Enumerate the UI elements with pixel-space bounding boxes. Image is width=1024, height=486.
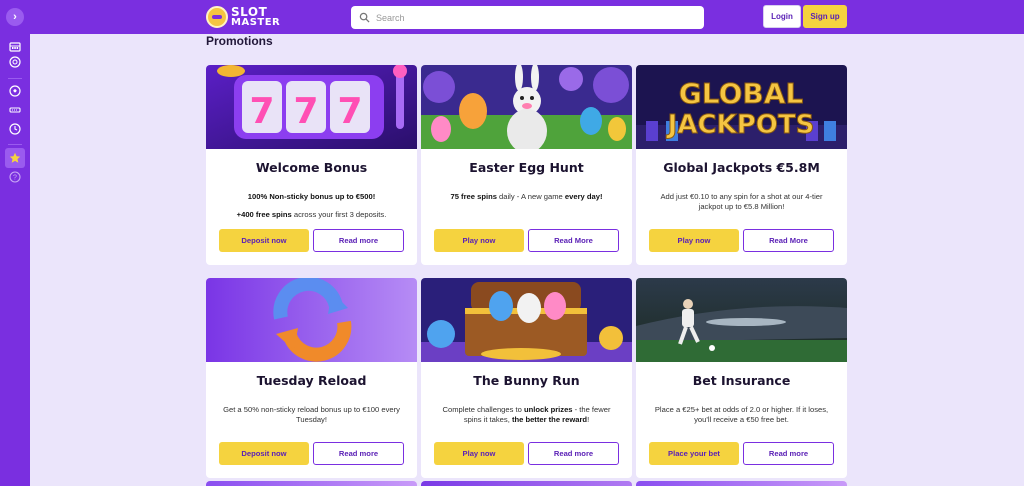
play-now-button[interactable]: Play now bbox=[649, 229, 739, 252]
promo-card-partial[interactable] bbox=[206, 481, 417, 486]
place-bet-button[interactable]: Place your bet bbox=[649, 442, 739, 465]
search-icon bbox=[359, 12, 370, 23]
slot-machine-icon bbox=[9, 42, 21, 52]
promo-description: Add just €0.10 to any spin for a shot at… bbox=[660, 192, 823, 211]
ticket-icon bbox=[9, 107, 21, 113]
sidebar-divider bbox=[8, 144, 22, 145]
read-more-button[interactable]: Read more bbox=[313, 229, 404, 252]
promo-title: Bet Insurance bbox=[692, 373, 791, 388]
logo[interactable]: SLOT MASTER bbox=[206, 5, 280, 29]
promo-card[interactable]: Tuesday Reload Get a 50% non-sticky relo… bbox=[206, 278, 417, 478]
logo-text: SLOT MASTER bbox=[231, 5, 281, 28]
page-title: Promotions bbox=[206, 34, 273, 48]
promo-card-partial[interactable] bbox=[636, 481, 847, 486]
read-more-button[interactable]: Read more bbox=[313, 442, 404, 465]
history-icon bbox=[9, 123, 21, 135]
treasure-chest-image bbox=[421, 278, 632, 362]
promo-title: Global Jackpots €5.8M bbox=[663, 160, 820, 175]
line-break bbox=[218, 202, 405, 210]
promo-card[interactable]: 7 7 7 Welcome Bonus 100% Non-sticky bonu… bbox=[206, 65, 417, 265]
sidebar-item-casino[interactable] bbox=[6, 53, 24, 71]
read-more-button[interactable]: Read More bbox=[528, 229, 619, 252]
signup-button[interactable]: Sign up bbox=[803, 5, 847, 28]
deposit-now-button[interactable]: Deposit now bbox=[219, 229, 309, 252]
jackpot-line-1: GLOBAL bbox=[679, 77, 804, 110]
promo-description: Get a 50% non-sticky reload bonus up to … bbox=[223, 405, 400, 424]
promo-title: Easter Egg Hunt bbox=[469, 160, 584, 175]
logo-mark-icon bbox=[206, 6, 228, 28]
promo-card[interactable]: Bet Insurance Place a €25+ bet at odds o… bbox=[636, 278, 847, 478]
sidebar-item-tickets[interactable] bbox=[6, 101, 24, 119]
star-icon bbox=[9, 152, 21, 163]
promo-card[interactable]: GLOBAL JACKPOTS Global Jackpots €5.8M Ad… bbox=[636, 65, 847, 265]
casino-chip-icon bbox=[9, 56, 21, 68]
play-now-button[interactable]: Play now bbox=[434, 442, 524, 465]
promo-image[interactable] bbox=[421, 65, 632, 149]
football-stadium-image bbox=[636, 278, 847, 362]
top-bar: › SLOT MASTER Login Sign up bbox=[0, 0, 1024, 34]
promo-title: Welcome Bonus bbox=[255, 160, 368, 175]
desc-emphasis: unlock prizes bbox=[523, 405, 573, 414]
promo-image[interactable] bbox=[206, 278, 417, 362]
sidebar-item-sports[interactable] bbox=[6, 82, 24, 100]
slot-reels-image: 7 7 7 bbox=[206, 65, 417, 149]
promo-description: Place a €25+ bet at odds of 2.0 or highe… bbox=[654, 405, 829, 424]
desc-emphasis: 75 free spins bbox=[450, 192, 497, 201]
svg-text:7: 7 bbox=[293, 91, 318, 132]
promo-image[interactable]: GLOBAL JACKPOTS bbox=[636, 65, 847, 149]
sidebar-item-help[interactable]: ? bbox=[6, 168, 24, 186]
desc-emphasis: the better the reward bbox=[511, 415, 588, 424]
promo-card-partial[interactable] bbox=[421, 481, 632, 486]
sidebar: ? bbox=[0, 34, 30, 486]
desc-emphasis: 100% Non-sticky bonus up to €500! bbox=[247, 192, 376, 201]
deposit-now-button[interactable]: Deposit now bbox=[219, 442, 309, 465]
read-more-button[interactable]: Read more bbox=[743, 442, 834, 465]
desc-emphasis: every day! bbox=[564, 192, 603, 201]
help-icon: ? bbox=[9, 171, 21, 183]
promo-title: The Bunny Run bbox=[473, 373, 580, 388]
promo-description: Complete challenges to unlock prizes - t… bbox=[442, 405, 611, 424]
svg-text:?: ? bbox=[13, 175, 17, 182]
football-icon bbox=[9, 85, 21, 97]
desc-emphasis: +400 free spins bbox=[236, 210, 292, 219]
read-more-button[interactable]: Read More bbox=[743, 229, 834, 252]
promo-card[interactable]: Easter Egg Hunt 75 free spins daily - A … bbox=[421, 65, 632, 265]
svg-text:7: 7 bbox=[337, 91, 362, 132]
sidebar-item-history[interactable] bbox=[6, 120, 24, 138]
promo-image[interactable]: 7 7 7 bbox=[206, 65, 417, 149]
login-button[interactable]: Login bbox=[763, 5, 801, 28]
jackpot-line-2: JACKPOTS bbox=[666, 110, 815, 140]
read-more-button[interactable]: Read more bbox=[528, 442, 619, 465]
sidebar-item-promotions[interactable] bbox=[5, 148, 25, 168]
search-input[interactable] bbox=[376, 12, 676, 23]
sidebar-divider bbox=[8, 78, 22, 79]
easter-bunny-image bbox=[421, 65, 632, 149]
svg-text:7: 7 bbox=[249, 91, 274, 132]
play-now-button[interactable]: Play now bbox=[434, 229, 524, 252]
reload-arrows-image bbox=[206, 278, 417, 362]
promo-card[interactable]: The Bunny Run Complete challenges to unl… bbox=[421, 278, 632, 478]
promo-image[interactable] bbox=[421, 278, 632, 362]
search-box[interactable] bbox=[351, 6, 704, 29]
global-jackpots-image: GLOBAL JACKPOTS bbox=[636, 65, 847, 149]
promo-description: 75 free spins daily - A new game every d… bbox=[450, 192, 603, 201]
expand-sidebar-button[interactable]: › bbox=[6, 8, 24, 26]
promo-title: Tuesday Reload bbox=[256, 373, 367, 388]
promo-description: 100% Non-sticky bonus up to €500! +400 fr… bbox=[218, 192, 405, 220]
chevron-right-icon: › bbox=[13, 11, 17, 23]
promo-image[interactable] bbox=[636, 278, 847, 362]
